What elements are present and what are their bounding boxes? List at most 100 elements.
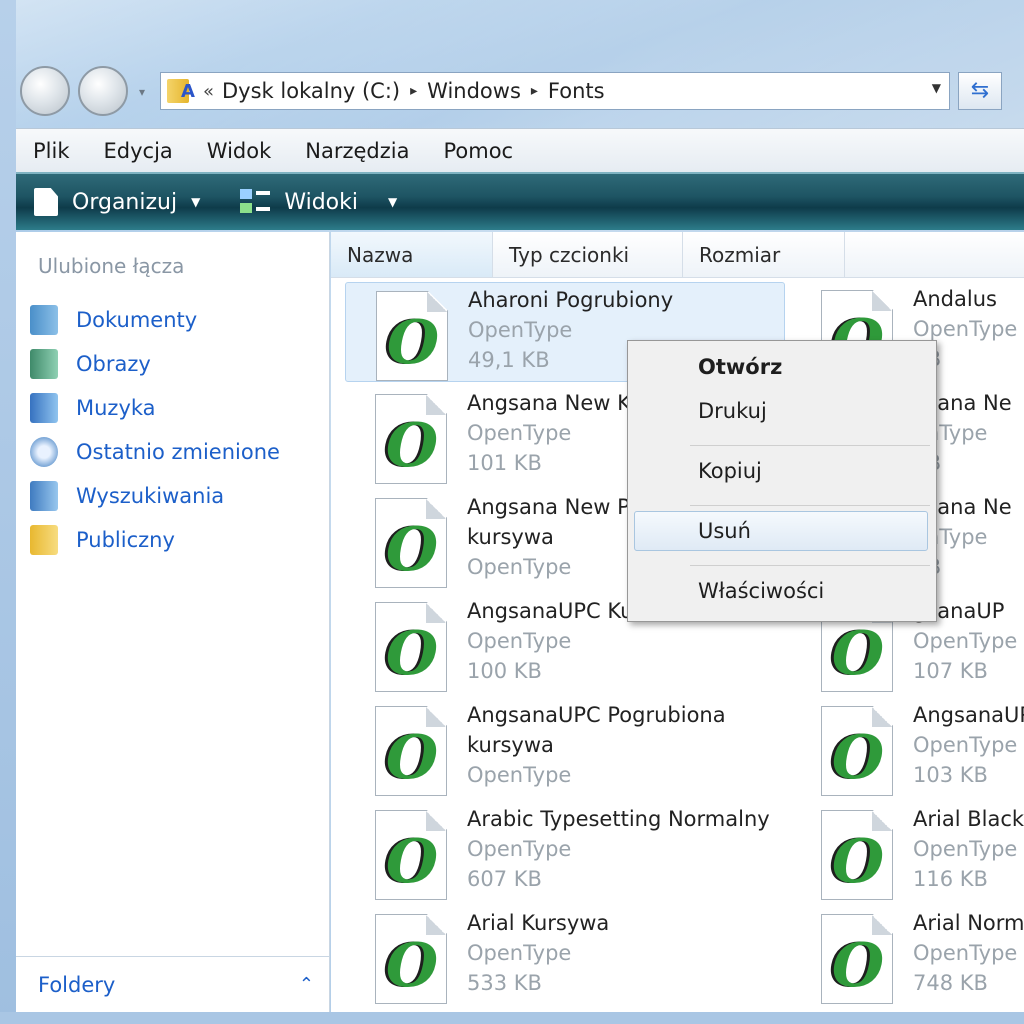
menu-file[interactable]: Plik (16, 139, 87, 163)
font-name: AngsanaUPC Pogrubiona (467, 703, 726, 727)
context-menu-highlight (634, 511, 928, 551)
breadcrumb-local-disk[interactable]: Dysk lokalny (C:) (222, 79, 400, 103)
public-folder-icon (30, 525, 58, 555)
column-header-size[interactable]: Rozmiar (683, 232, 845, 277)
font-file-tile[interactable]: O Arial Kursywa OpenType 533 KB (345, 906, 785, 1006)
font-file-tile[interactable]: O AngsanaUPC OpenType 103 KB (791, 698, 1024, 798)
font-file-icon: O (376, 291, 448, 381)
menu-view[interactable]: Widok (190, 139, 288, 163)
font-name: Arial Kursywa (467, 911, 610, 935)
column-header-label: Nazwa (347, 242, 414, 267)
organize-label: Organizuj (72, 189, 178, 215)
breadcrumb-fonts[interactable]: Fonts (548, 79, 605, 103)
context-menu-print[interactable]: Drukuj (698, 399, 767, 423)
forward-button[interactable] (78, 66, 128, 116)
sidebar-item-label: Ostatnio zmienione (76, 440, 280, 464)
address-bar[interactable]: « Dysk lokalny (C:) ▸ Windows ▸ Fonts ▼ (160, 72, 950, 110)
column-header-name[interactable]: Nazwa (331, 232, 493, 277)
font-type: OpenType (913, 733, 1018, 757)
refresh-button[interactable]: ⇆ (958, 72, 1002, 110)
views-icon (240, 189, 271, 215)
address-dropdown-icon[interactable]: ▼ (932, 81, 941, 95)
searches-icon (30, 481, 58, 511)
breadcrumb-windows[interactable]: Windows (427, 79, 521, 103)
sidebar-item-searches[interactable]: Wyszukiwania (30, 474, 280, 518)
back-button[interactable] (20, 66, 70, 116)
font-glyph: O (385, 515, 439, 585)
font-glyph: O (386, 308, 440, 378)
column-headers: Nazwa Typ czcionki Rozmiar (331, 232, 1024, 278)
window-glass-frame (0, 0, 1024, 130)
font-type: OpenType (913, 941, 1018, 965)
sidebar-item-documents[interactable]: Dokumenty (30, 298, 280, 342)
menu-help[interactable]: Pomoc (426, 139, 530, 163)
context-menu-copy[interactable]: Kopiuj (698, 459, 762, 483)
organize-button[interactable]: Organizuj ▼ (34, 188, 200, 216)
font-file-tile[interactable]: O AngsanaUPC Pogrubiona kursywa OpenType (345, 698, 785, 798)
sidebar-item-recent[interactable]: Ostatnio zmienione (30, 430, 280, 474)
font-size: 748 KB (913, 971, 988, 995)
font-file-details: Arial Black N OpenType 116 KB (913, 804, 1024, 894)
context-menu-open[interactable]: Otwórz (698, 355, 782, 379)
font-file-details: AngsanaUPC Ku OpenType 100 KB (467, 596, 633, 686)
sidebar-item-label: Publiczny (76, 528, 175, 552)
breadcrumb-separator[interactable]: ▸ (531, 83, 538, 99)
organize-icon (34, 188, 58, 216)
font-glyph: O (831, 723, 885, 793)
font-name-line2: kursywa (467, 525, 554, 549)
font-file-details: AngsanaUPC Pogrubiona kursywa OpenType (467, 700, 726, 790)
font-name: AngsanaUPC (913, 703, 1024, 727)
font-type: OpenType (467, 763, 572, 787)
folders-label: Foldery (38, 972, 116, 997)
font-type: OpenType (913, 837, 1018, 861)
favorite-links-title: Ulubione łącza (38, 254, 185, 278)
font-name: AngsanaUPC Ku (467, 599, 634, 623)
pictures-icon (30, 349, 58, 379)
context-menu: Otwórz Drukuj Kopiuj Usuń Właściwości (627, 340, 937, 622)
font-file-details: Angsana New Ku OpenType 101 KB (467, 388, 643, 478)
font-glyph: O (385, 827, 439, 897)
column-header-label: Typ czcionki (509, 242, 630, 267)
font-file-tile[interactable]: O Arial Norma OpenType 748 KB (791, 906, 1024, 1006)
font-type: OpenType (467, 555, 572, 579)
sidebar-item-label: Wyszukiwania (76, 484, 225, 508)
menu-edit[interactable]: Edycja (87, 139, 190, 163)
sidebar-item-music[interactable]: Muzyka (30, 386, 280, 430)
context-menu-properties[interactable]: Właściwości (698, 579, 824, 603)
menu-tools[interactable]: Narzędzia (288, 139, 426, 163)
chevron-down-icon: ▼ (388, 195, 398, 209)
sidebar-item-public[interactable]: Publiczny (30, 518, 280, 562)
views-button[interactable]: Widoki ▼ (218, 189, 397, 215)
font-file-details: Arial Norma OpenType 748 KB (913, 908, 1024, 998)
font-type: OpenType (467, 837, 572, 861)
window-bottom-border (0, 1012, 1024, 1024)
font-file-tile[interactable]: O Arial Black N OpenType 116 KB (791, 802, 1024, 902)
font-glyph: O (385, 931, 439, 1001)
font-glyph: O (831, 619, 885, 689)
sidebar-item-pictures[interactable]: Obrazy (30, 342, 280, 386)
context-menu-delete[interactable]: Usuń (698, 519, 751, 543)
font-type: OpenType (467, 421, 572, 445)
font-name: Andalus (913, 287, 997, 311)
views-label: Widoki (284, 189, 358, 215)
font-name: Aharoni Pogrubiony (468, 288, 674, 312)
font-file-details: Arial Kursywa OpenType 533 KB (467, 908, 609, 998)
breadcrumb-separator[interactable]: ▸ (410, 83, 417, 99)
column-header-font-type[interactable]: Typ czcionki (493, 232, 683, 277)
sidebar-item-label: Obrazy (76, 352, 151, 376)
folders-toggle[interactable]: Foldery ⌃ (16, 956, 330, 1012)
font-name: Angsana New Po (467, 495, 642, 519)
navigation-pane: Ulubione łącza Dokumenty Obrazy Muzyka O… (16, 232, 330, 1012)
recent-pages-dropdown-icon[interactable]: ▾ (134, 84, 150, 100)
music-icon (30, 393, 58, 423)
font-file-icon: O (375, 394, 447, 484)
font-file-icon: O (375, 602, 447, 692)
breadcrumb-overflow-chevron[interactable]: « (203, 81, 214, 102)
font-file-details: Arabic Typesetting Normalny OpenType 607 K… (467, 804, 770, 894)
font-glyph: O (831, 827, 885, 897)
font-type: OpenType (467, 941, 572, 965)
font-file-details: Angsana New Po kursywa OpenType (467, 492, 642, 582)
refresh-icon: ⇆ (970, 78, 990, 103)
font-file-tile[interactable]: O Arabic Typesetting Normalny OpenType 607 … (345, 802, 785, 902)
font-name-line2: kursywa (467, 733, 554, 757)
